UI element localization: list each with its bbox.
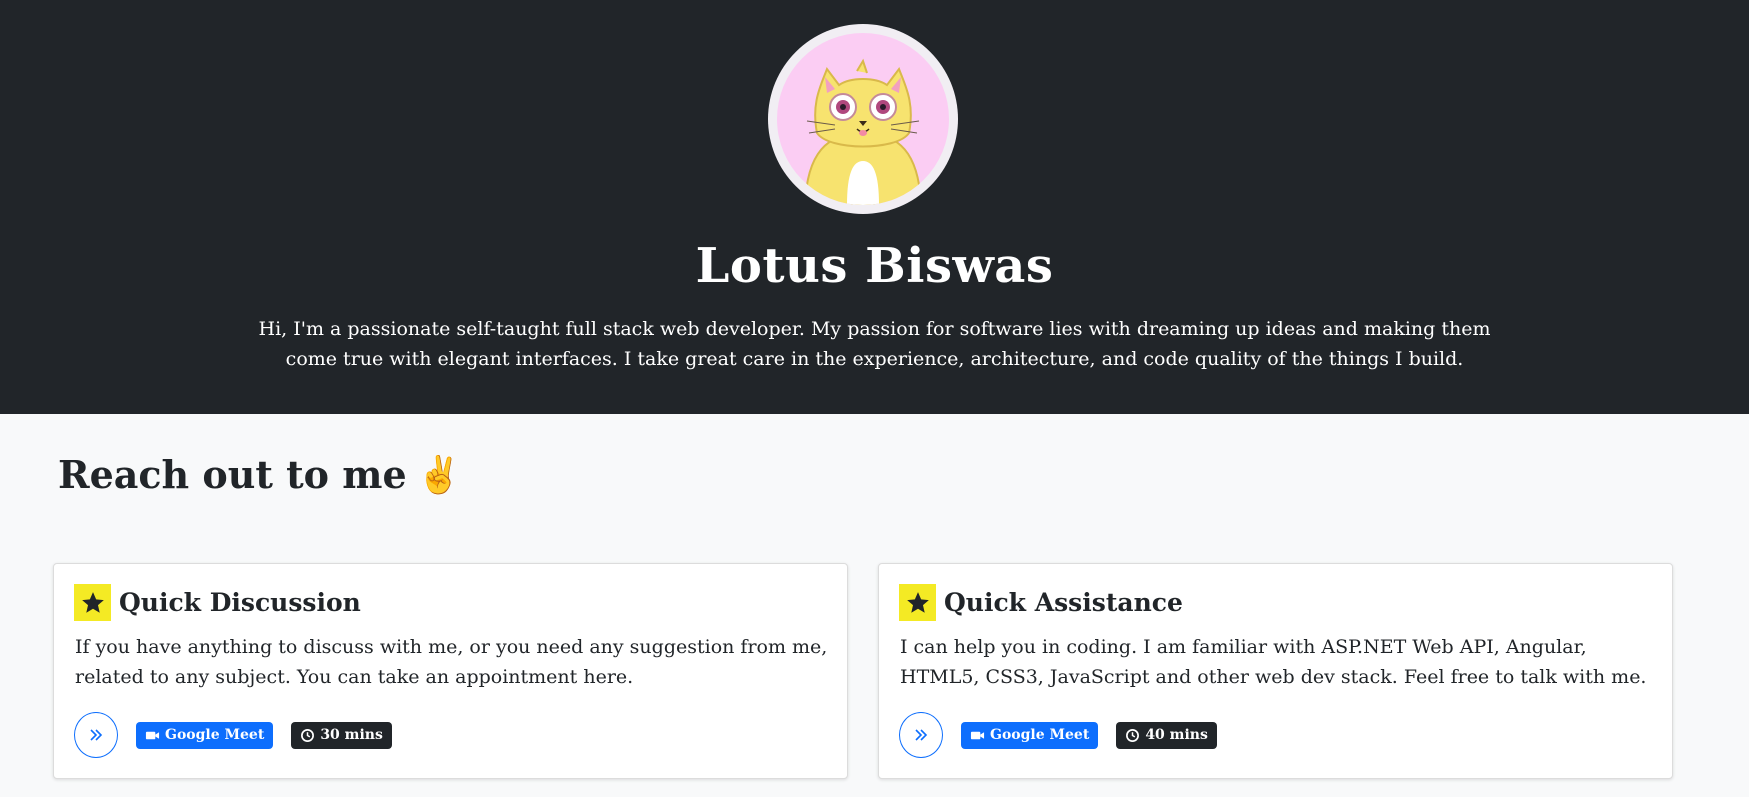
platform-label: Google Meet [165, 727, 265, 743]
book-appointment-button[interactable] [74, 712, 118, 758]
section-title-text: Reach out to me [58, 452, 407, 497]
appointment-card-quick-assistance: Quick Assistance I can help you in codin… [878, 563, 1673, 779]
book-appointment-button[interactable] [899, 712, 943, 758]
card-title: Quick Discussion [119, 588, 361, 617]
duration-badge: 40 mins [1116, 721, 1217, 749]
profile-name: Lotus Biswas [695, 238, 1054, 294]
platform-badge: Google Meet [961, 721, 1099, 749]
platform-label: Google Meet [990, 727, 1090, 743]
card-description: I can help you in coding. I am familiar … [900, 636, 1647, 688]
double-chevron-right-icon [915, 729, 928, 741]
card-title: Quick Assistance [944, 588, 1183, 617]
profile-header: Lotus Biswas Hi, I'm a passionate self-t… [0, 0, 1749, 414]
profile-bio: Hi, I'm a passionate self-taught full st… [258, 318, 1491, 370]
clock-icon [301, 728, 315, 742]
avatar [768, 24, 958, 214]
duration-label: 40 mins [1145, 727, 1208, 743]
duration-label: 30 mins [320, 727, 383, 743]
star-icon [74, 584, 111, 621]
card-header: Quick Discussion [74, 584, 361, 621]
card-header: Quick Assistance [899, 584, 1183, 621]
platform-badge: Google Meet [136, 721, 274, 749]
clock-icon [1126, 728, 1140, 742]
cat-avatar-icon [777, 33, 949, 205]
card-actions: Google Meet 40 mins [899, 712, 1217, 758]
video-camera-icon [145, 731, 160, 739]
video-camera-icon [970, 731, 985, 739]
card-description: If you have anything to discuss with me,… [75, 636, 828, 688]
duration-badge: 30 mins [291, 721, 392, 749]
star-icon [899, 584, 936, 621]
victory-hand-icon: ✌ [416, 453, 462, 496]
card-actions: Google Meet 30 mins [74, 712, 392, 758]
double-chevron-right-icon [90, 729, 103, 741]
section-title: Reach out to me ✌ [58, 452, 461, 497]
appointment-card-quick-discussion: Quick Discussion If you have anything to… [53, 563, 848, 779]
